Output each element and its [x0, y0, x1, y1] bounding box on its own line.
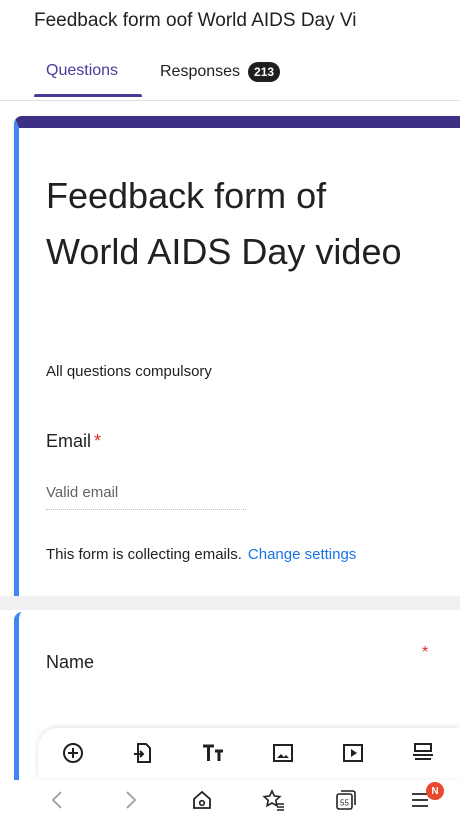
add-video-icon[interactable]: [318, 731, 388, 775]
forward-icon[interactable]: [112, 784, 148, 816]
card-gap: [0, 596, 460, 610]
required-asterisk: *: [94, 431, 102, 451]
tabs-divider: [0, 100, 460, 101]
add-question-icon[interactable]: [38, 731, 108, 775]
import-questions-icon[interactable]: [108, 731, 178, 775]
email-label-text: Email: [46, 431, 92, 451]
tab-responses-label: Responses: [160, 63, 241, 80]
required-asterisk: *: [422, 644, 429, 661]
form-header-card[interactable]: Feedback form of World AIDS Day video Al…: [14, 116, 460, 604]
tabs-count: 55: [340, 799, 349, 808]
add-title-icon[interactable]: [178, 731, 248, 775]
collect-note-text: This form is collecting emails.: [46, 546, 242, 563]
email-collection-notice: This form is collecting emails. Change se…: [46, 546, 356, 563]
tab-responses[interactable]: Responses 213: [160, 62, 281, 82]
menu-icon[interactable]: N: [402, 782, 444, 816]
home-icon[interactable]: [184, 784, 220, 816]
change-settings-link[interactable]: Change settings: [248, 546, 356, 563]
add-section-icon[interactable]: [388, 731, 458, 775]
tab-questions[interactable]: Questions: [46, 62, 118, 80]
tabs-icon[interactable]: 55: [328, 784, 364, 816]
responses-count-badge: 213: [248, 62, 281, 82]
email-field[interactable]: [46, 484, 246, 510]
active-tab-indicator: [34, 94, 142, 97]
favorites-icon[interactable]: [256, 784, 292, 816]
form-description[interactable]: All questions compulsory: [46, 363, 212, 380]
browser-navbar: 55 N: [0, 780, 460, 819]
app-title: Feedback form oof World AIDS Day Vi: [34, 10, 357, 31]
form-title[interactable]: Feedback form of World AIDS Day video: [46, 168, 426, 280]
notification-badge: N: [426, 782, 444, 800]
back-icon[interactable]: [40, 784, 76, 816]
add-image-icon[interactable]: [248, 731, 318, 775]
form-builder-toolbar: [38, 728, 460, 778]
question-title[interactable]: Name: [46, 652, 94, 673]
email-question-label: Email *: [46, 431, 101, 452]
